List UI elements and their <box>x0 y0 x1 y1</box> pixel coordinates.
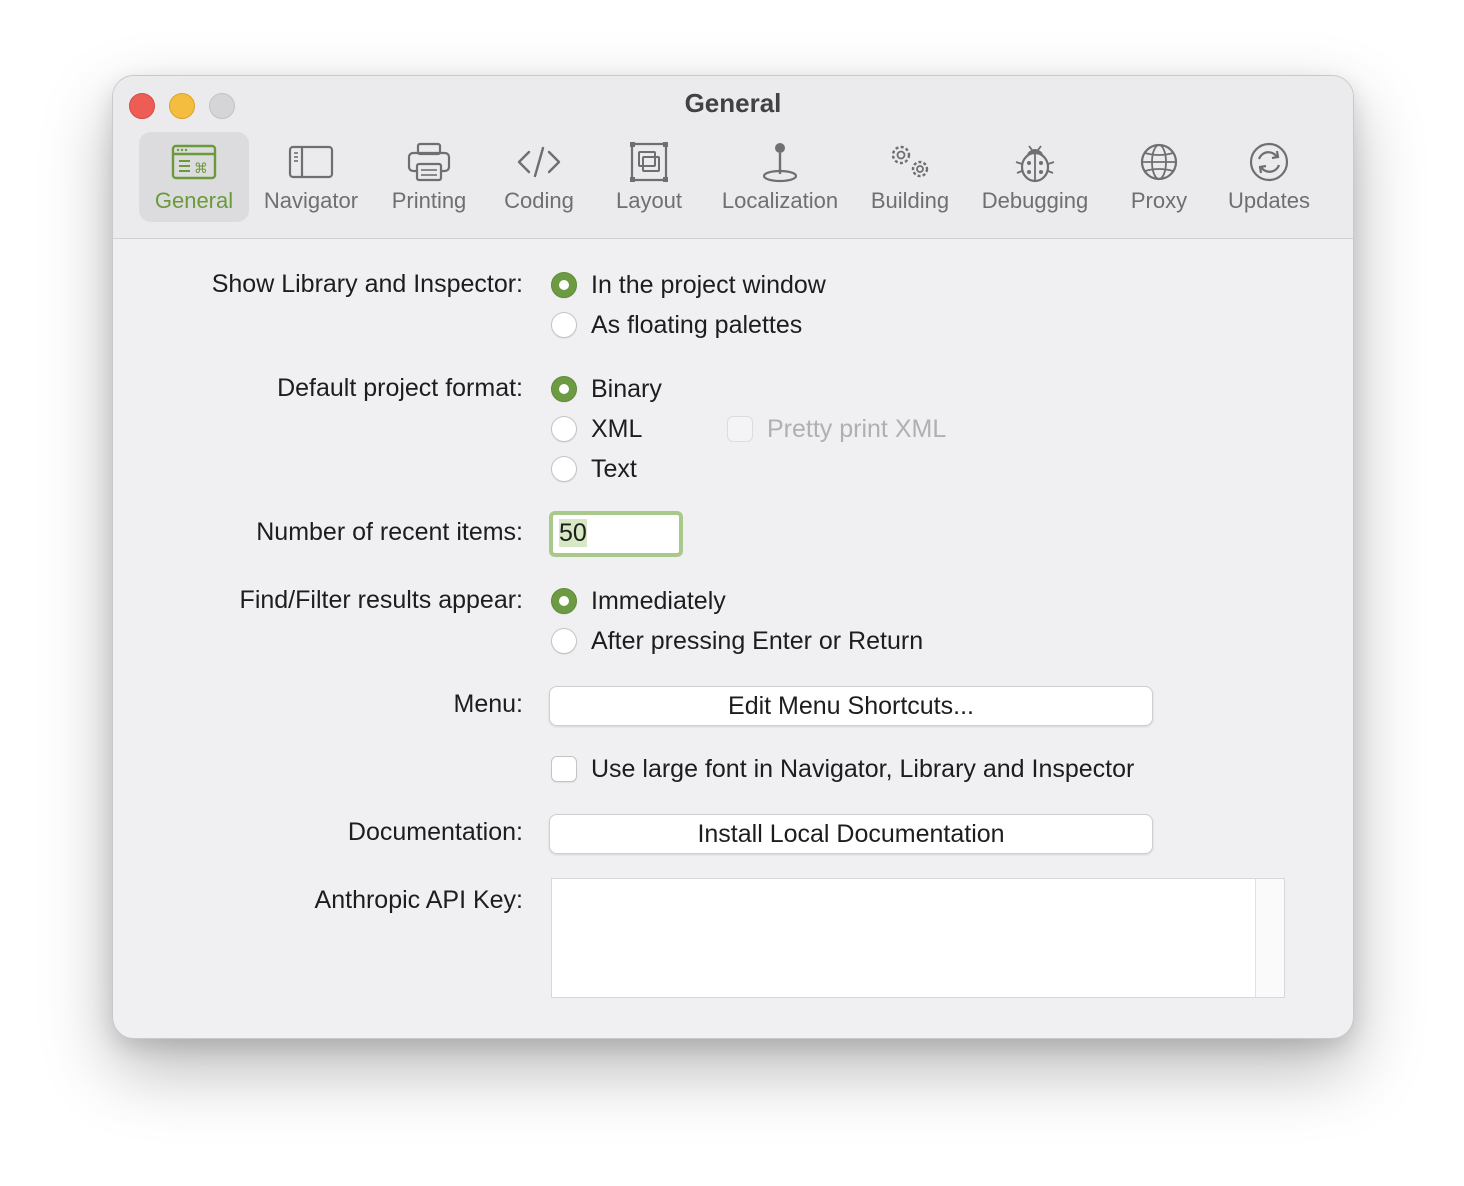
documentation-label: Documentation: <box>347 818 523 846</box>
recent-items-label: Number of recent items: <box>256 518 523 546</box>
layout-icon <box>630 142 668 182</box>
printer-icon <box>407 142 451 182</box>
radio-in-project-window[interactable]: In the project window <box>551 269 826 301</box>
tab-navigator[interactable]: Navigator <box>253 132 369 222</box>
textarea-scrollbar[interactable] <box>1255 879 1284 997</box>
tab-general[interactable]: ⌘ General <box>139 132 249 222</box>
library-inspector-label: Show Library and Inspector: <box>211 270 523 298</box>
tab-label: General <box>154 188 234 213</box>
tab-label: Updates <box>1228 188 1310 213</box>
edit-menu-shortcuts-button[interactable]: Edit Menu Shortcuts... <box>549 686 1153 726</box>
tab-label: Building <box>870 188 950 213</box>
tab-printing[interactable]: Printing <box>379 132 479 222</box>
sidebar-icon <box>288 145 334 179</box>
location-pin-icon <box>762 143 798 183</box>
radio-selected[interactable] <box>551 588 577 614</box>
tab-debugging[interactable]: Debugging <box>973 132 1097 222</box>
refresh-icon <box>1249 142 1289 182</box>
tab-label: Navigator <box>263 188 359 213</box>
radio-unselected[interactable] <box>551 628 577 654</box>
tab-label: Layout <box>615 188 683 213</box>
radio-unselected[interactable] <box>551 312 577 338</box>
checkbox <box>727 416 753 442</box>
recent-items-field[interactable]: 50 <box>549 511 683 557</box>
radio-selected[interactable] <box>551 272 577 298</box>
tab-label: Coding <box>504 188 574 213</box>
tab-label: Localization <box>721 188 839 213</box>
svg-text:⌘: ⌘ <box>194 161 208 177</box>
radio-unselected[interactable] <box>551 456 577 482</box>
tab-label: Printing <box>391 188 467 213</box>
gears-icon <box>891 145 929 178</box>
large-font-checkbox[interactable]: Use large font in Navigator, Library and… <box>551 753 1134 785</box>
tab-label: Debugging <box>981 188 1089 213</box>
project-format-label: Default project format: <box>277 374 523 402</box>
tab-label: Proxy <box>1130 188 1188 213</box>
api-key-label: Anthropic API Key: <box>314 886 523 914</box>
radio-xml[interactable]: XML <box>551 413 642 445</box>
radio-floating-palettes[interactable]: As floating palettes <box>551 309 802 341</box>
radio-binary[interactable]: Binary <box>551 373 662 405</box>
globe-icon <box>1140 143 1178 181</box>
tab-proxy[interactable]: Proxy <box>1117 132 1201 222</box>
checkbox[interactable] <box>551 756 577 782</box>
tab-building[interactable]: Building <box>861 132 959 222</box>
tab-updates[interactable]: Updates <box>1219 132 1319 222</box>
radio-text[interactable]: Text <box>551 453 637 485</box>
api-key-textarea[interactable] <box>551 878 1285 998</box>
code-icon <box>517 146 561 178</box>
pretty-print-xml-checkbox: Pretty print XML <box>727 413 946 445</box>
tab-localization[interactable]: Localization <box>713 132 847 222</box>
preferences-window: General ⌘ General Navigator Printing Cod… <box>112 75 1354 1039</box>
general-icon: ⌘ <box>171 144 217 180</box>
radio-selected[interactable] <box>551 376 577 402</box>
tab-coding[interactable]: Coding <box>489 132 589 222</box>
radio-immediately[interactable]: Immediately <box>551 585 726 617</box>
radio-after-enter[interactable]: After pressing Enter or Return <box>551 625 923 657</box>
menu-label: Menu: <box>453 690 523 718</box>
ladybug-icon <box>1015 145 1055 183</box>
tab-layout[interactable]: Layout <box>601 132 697 222</box>
recent-items-value: 50 <box>559 519 587 547</box>
install-documentation-button[interactable]: Install Local Documentation <box>549 814 1153 854</box>
find-filter-label: Find/Filter results appear: <box>239 586 523 614</box>
radio-unselected[interactable] <box>551 416 577 442</box>
preferences-toolbar: ⌘ General Navigator Printing Coding Layo… <box>113 76 1353 238</box>
